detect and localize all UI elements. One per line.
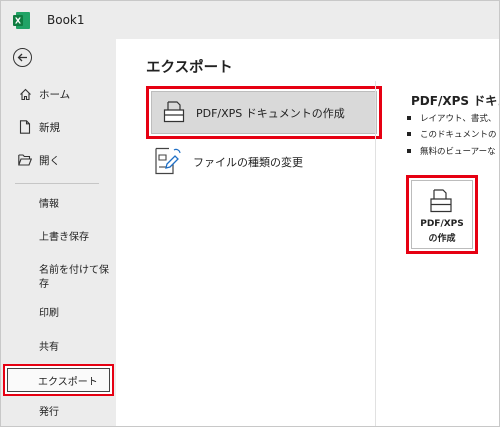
workbook-title: Book1	[47, 13, 85, 27]
printer-icon	[163, 101, 185, 123]
sidebar-item-save-as[interactable]: 名前を付けて保存	[39, 264, 111, 292]
excel-icon: X	[13, 12, 30, 29]
bullet-icon	[407, 115, 411, 120]
sidebar-item-print[interactable]: 印刷	[39, 307, 111, 321]
sidebar-item-save[interactable]: 上書き保存	[39, 231, 111, 245]
sidebar-divider	[15, 183, 99, 184]
create-pdf-xps-option[interactable]: PDF/XPS ドキュメントの作成	[146, 86, 382, 139]
document-icon	[430, 189, 452, 213]
sidebar-item-info[interactable]: 情報	[39, 198, 111, 212]
new-file-icon	[17, 119, 33, 135]
bullet-icon	[407, 148, 411, 153]
back-arrow-icon	[17, 53, 27, 62]
detail-bullet: 無料のビューアーな	[407, 145, 496, 157]
sidebar-item-label: ホーム	[39, 88, 71, 101]
sidebar-item-share[interactable]: 共有	[39, 341, 111, 355]
change-file-type-icon	[155, 147, 181, 175]
svg-text:X: X	[15, 17, 22, 26]
option-label: PDF/XPS ドキュメントの作成	[196, 107, 345, 120]
sidebar-item-open[interactable]: 開く	[1, 145, 116, 175]
detail-bullet: レイアウト、書式、	[407, 112, 496, 124]
sidebar-item-label: 開く	[39, 154, 60, 167]
main-pane: エクスポート PDF/XPS ドキュメントの作成 ファイルの種類の変更 PDF/…	[116, 39, 499, 426]
sidebar-item-publish[interactable]: 発行	[39, 406, 111, 420]
page-title: エクスポート	[146, 60, 233, 76]
sidebar: ホーム 新規 開く 情報 上書き保存 名前を付けて保存 印刷 共有 エクスポート…	[1, 39, 116, 426]
home-icon	[17, 86, 33, 102]
sidebar-item-new[interactable]: 新規	[1, 112, 116, 142]
button-label-line1: PDF/XPS	[420, 219, 464, 229]
folder-open-icon	[17, 152, 33, 168]
sidebar-item-home[interactable]: ホーム	[1, 79, 116, 109]
sidebar-item-label: エクスポート	[38, 377, 98, 388]
backstage-window: X Book1 ホーム 新規 開く 情報 上書き保存 名前を付けて保存 印刷 共…	[0, 0, 500, 427]
button-label-line2: の作成	[428, 234, 456, 244]
column-divider	[375, 81, 376, 426]
option-label: ファイルの種類の変更	[193, 156, 303, 169]
create-pdf-xps-button[interactable]: PDF/XPS の作成	[406, 175, 478, 254]
bullet-icon	[407, 131, 411, 136]
sidebar-item-label: 新規	[39, 121, 60, 134]
sidebar-item-export[interactable]: エクスポート	[3, 364, 114, 396]
detail-title: PDF/XPS ドキュ	[411, 94, 500, 108]
detail-bullet: このドキュメントの	[407, 128, 497, 140]
title-bar: X Book1	[1, 1, 499, 39]
back-button[interactable]	[13, 48, 32, 67]
change-file-type-option[interactable]: ファイルの種類の変更	[149, 143, 379, 181]
